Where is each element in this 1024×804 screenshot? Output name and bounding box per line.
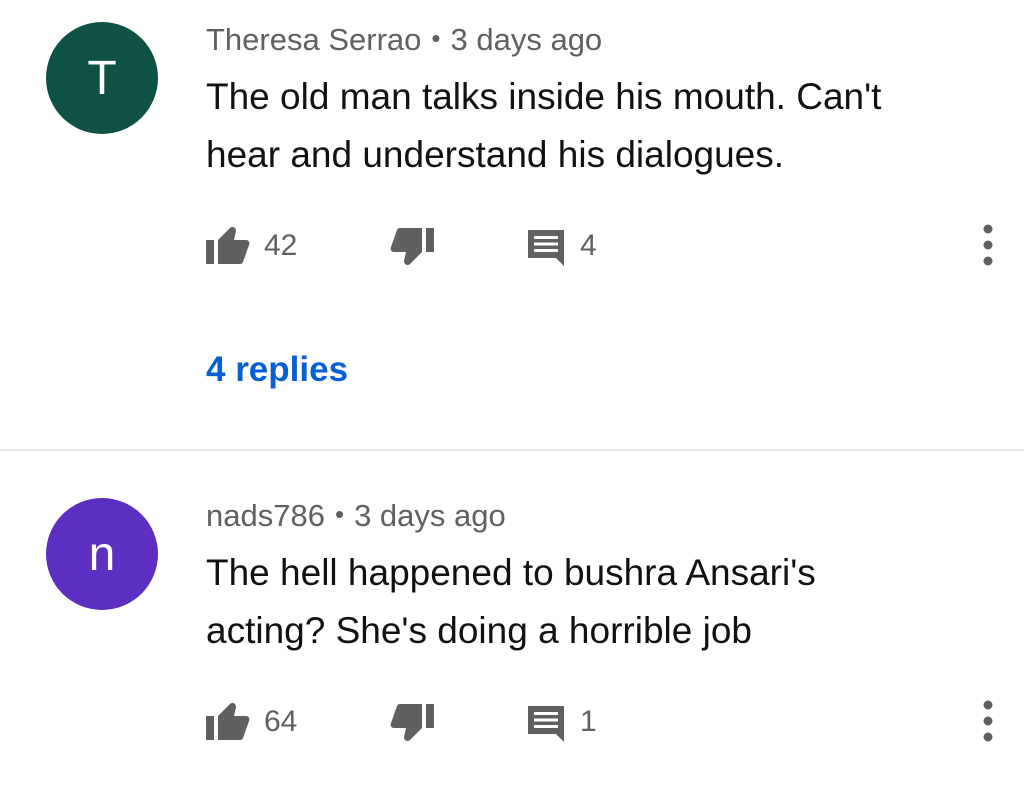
view-replies-link[interactable]: 4 replies	[206, 350, 348, 390]
thumb-up-icon	[206, 226, 250, 266]
reply-count: 1	[580, 705, 597, 738]
comment-timestamp[interactable]: 3 days ago	[354, 498, 506, 533]
comment-divider	[0, 449, 1024, 451]
more-vertical-icon[interactable]	[980, 220, 996, 270]
comment-icon	[526, 226, 566, 266]
like-button[interactable]: 64	[206, 702, 297, 742]
like-button[interactable]: 42	[206, 226, 297, 266]
reply-button[interactable]: 1	[526, 702, 597, 742]
more-vertical-icon[interactable]	[980, 696, 996, 746]
comment-actions: 64 1	[206, 700, 996, 742]
comment-text-line-1: The hell happened to bushra Ansari's	[206, 552, 816, 593]
comment-text-line-2: hear and understand his dialogues.	[206, 134, 785, 175]
dislike-button[interactable]	[390, 226, 434, 266]
thumb-down-icon	[390, 702, 434, 742]
avatar[interactable]: n	[46, 498, 158, 610]
comment-text-line-2: acting? She's doing a horrible job	[206, 610, 752, 651]
comment-timestamp[interactable]: 3 days ago	[451, 22, 603, 57]
comment-text-line-1: The old man talks inside his mouth. Can'…	[206, 76, 882, 117]
avatar[interactable]: T	[46, 22, 158, 134]
reply-count: 4	[580, 229, 597, 262]
author-name[interactable]: Theresa Serrao	[206, 22, 421, 57]
comment-actions: 42 4	[206, 224, 996, 266]
comment-icon	[526, 702, 566, 742]
comment-meta: Theresa Serrao • 3 days ago	[206, 22, 602, 58]
like-count: 42	[264, 229, 298, 262]
dislike-button[interactable]	[390, 702, 434, 742]
like-count: 64	[264, 705, 298, 738]
reply-button[interactable]: 4	[526, 226, 597, 266]
avatar-letter: n	[88, 527, 116, 581]
meta-separator: •	[431, 23, 441, 53]
thumb-up-icon	[206, 702, 250, 742]
comment-meta: nads786 • 3 days ago	[206, 498, 506, 534]
thumb-down-icon	[390, 226, 434, 266]
avatar-letter: T	[87, 51, 117, 105]
meta-separator: •	[334, 499, 345, 529]
author-name[interactable]: nads786	[206, 498, 325, 533]
